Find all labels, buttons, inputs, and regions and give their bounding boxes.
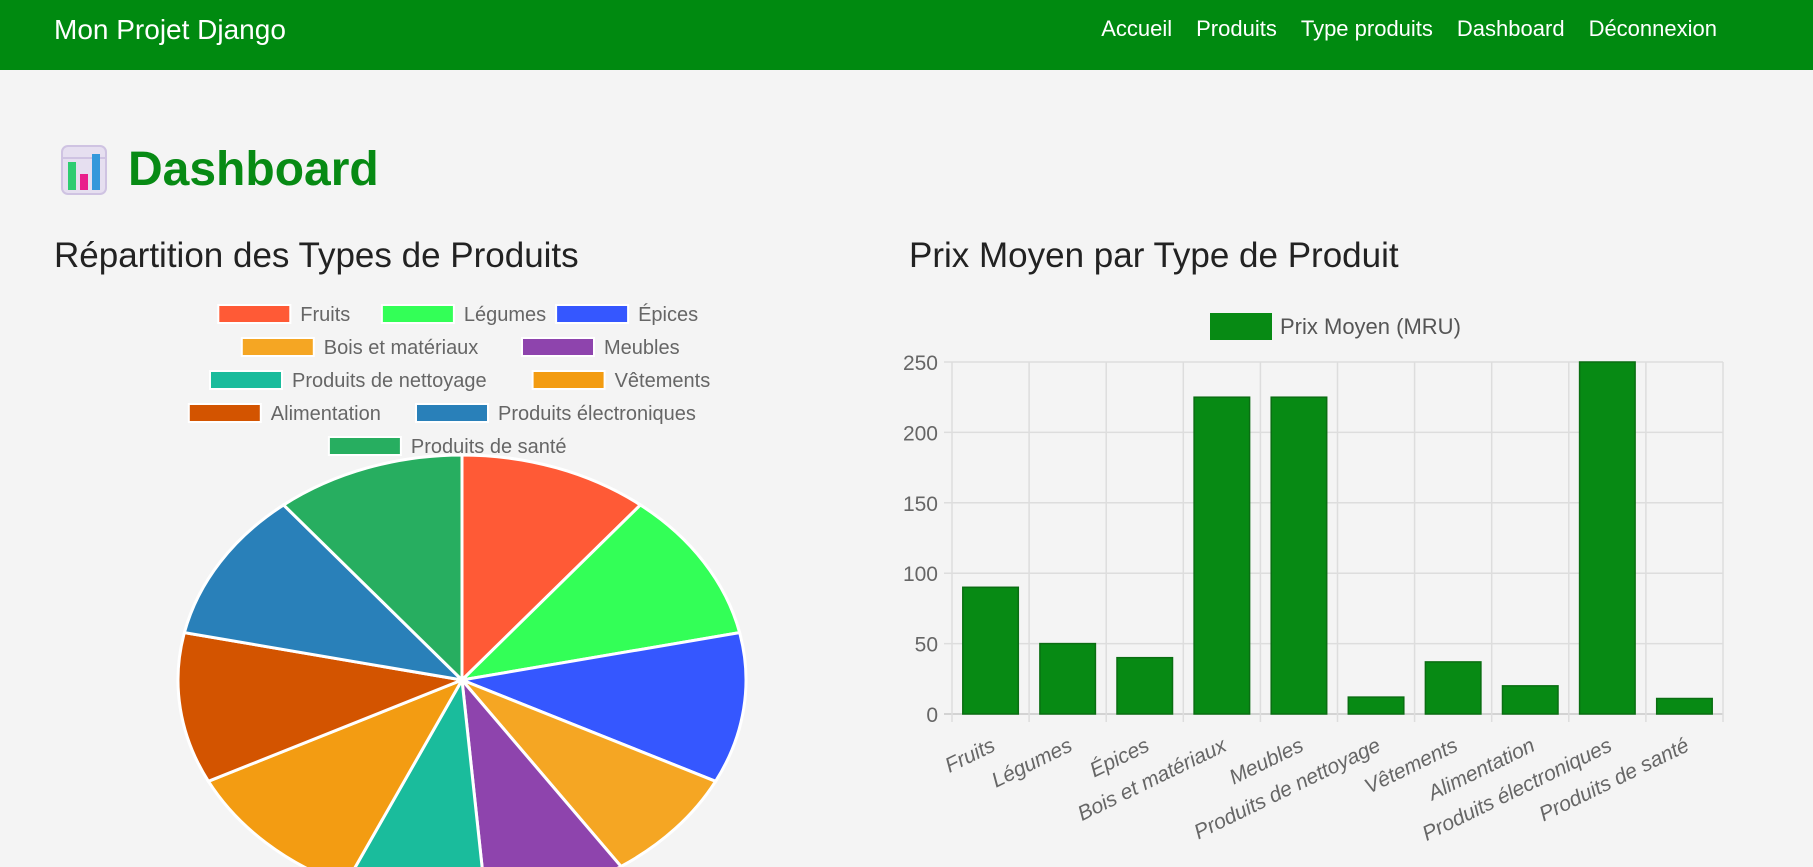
nav-link-produits[interactable]: Produits — [1196, 16, 1277, 42]
y-tick-label: 150 — [903, 493, 938, 516]
nav-link-type-produits[interactable]: Type produits — [1301, 16, 1433, 42]
bar-chart-icon — [61, 144, 107, 195]
pie-legend-swatch — [209, 370, 283, 390]
nav-links: Accueil Produits Type produits Dashboard… — [1101, 16, 1717, 42]
pie-legend-label: Vêtements — [615, 370, 711, 392]
pie-legend-label: Produits de nettoyage — [292, 370, 487, 392]
nav-link-deconnexion[interactable]: Déconnexion — [1589, 16, 1717, 42]
bar-produits-de-nettoyage[interactable] — [1347, 696, 1405, 715]
pie-legend-item-meubles[interactable]: Meubles — [521, 337, 680, 359]
bar-chart: Prix Moyen (MRU)050100150200250FruitsLég… — [903, 313, 1724, 846]
pie-legend-label: Produits électroniques — [498, 403, 696, 425]
pie-legend-item-vetements[interactable]: Vêtements — [531, 370, 711, 392]
bar-chart-title: Prix Moyen par Type de Produit — [909, 236, 1399, 275]
bar-legend-item[interactable]: Prix Moyen (MRU) — [1210, 313, 1461, 340]
pie-legend-label: Meubles — [604, 337, 680, 359]
pie-chart: Fruits Légumes Épices Bois et matériaux Meub… — [176, 303, 748, 867]
brand-link[interactable]: Mon Projet Django — [54, 14, 286, 46]
pie-legend-item-produits-electroniques[interactable]: Produits électroniques — [415, 403, 696, 425]
bar-alimentation[interactable] — [1501, 685, 1559, 715]
bar-epices[interactable] — [1116, 656, 1174, 715]
pie-legend-item-epices[interactable]: Épices — [555, 303, 698, 326]
pie-legend-swatch — [187, 403, 262, 423]
bar-legumes[interactable] — [1039, 642, 1097, 715]
y-tick-label: 50 — [915, 634, 938, 657]
pie-legend-label: Bois et matériaux — [324, 337, 479, 359]
y-tick-label: 0 — [926, 704, 938, 727]
pie-legend-label: Fruits — [300, 304, 350, 326]
pie-legend-swatch — [555, 304, 630, 324]
y-tick-label: 100 — [903, 563, 938, 586]
nav-link-dashboard[interactable]: Dashboard — [1457, 16, 1565, 42]
pie-legend-item-alimentation[interactable]: Alimentation — [187, 403, 381, 425]
bar-meubles[interactable] — [1270, 396, 1328, 715]
pie-chart-title: Répartition des Types de Produits — [54, 236, 579, 275]
pie-legend-swatch — [531, 370, 606, 390]
bar-vetements[interactable] — [1424, 661, 1482, 715]
pie-legend-swatch — [327, 436, 402, 456]
pie-legend-label: Épices — [638, 303, 698, 326]
bar-produits-de-sante[interactable] — [1655, 697, 1713, 715]
pie-legend-swatch — [415, 403, 489, 423]
pie-legend-item-bois-et-materiaux[interactable]: Bois et matériaux — [240, 337, 479, 359]
bar-legend-label: Prix Moyen (MRU) — [1280, 314, 1461, 339]
pie-legend-swatch — [240, 337, 315, 357]
bar-bois-et-materiaux[interactable] — [1193, 396, 1251, 715]
page-title: Dashboard — [128, 143, 379, 196]
pie-legend-swatch — [380, 304, 455, 324]
page-title-row: Dashboard — [60, 142, 379, 197]
pie-legend-item-fruits[interactable]: Fruits — [217, 304, 350, 326]
pie-legend-label: Alimentation — [271, 403, 381, 425]
y-tick-label: 250 — [903, 352, 938, 375]
x-tick-label: Légumes — [988, 734, 1076, 793]
pie-legend-label: Légumes — [464, 304, 546, 326]
pie-legend-swatch — [521, 337, 595, 357]
bar-legend-swatch — [1210, 313, 1272, 340]
nav-link-accueil[interactable]: Accueil — [1101, 16, 1172, 42]
top-navbar: Mon Projet Django Accueil Produits Type … — [0, 0, 1813, 70]
pie-legend-item-legumes[interactable]: Légumes — [380, 304, 546, 326]
pie-legend-swatch — [217, 304, 292, 324]
bar-fruits[interactable] — [962, 586, 1020, 715]
y-tick-label: 200 — [903, 422, 938, 445]
pie-legend-item-produits-de-nettoyage[interactable]: Produits de nettoyage — [209, 370, 487, 392]
bar-produits-electroniques[interactable] — [1578, 361, 1636, 715]
